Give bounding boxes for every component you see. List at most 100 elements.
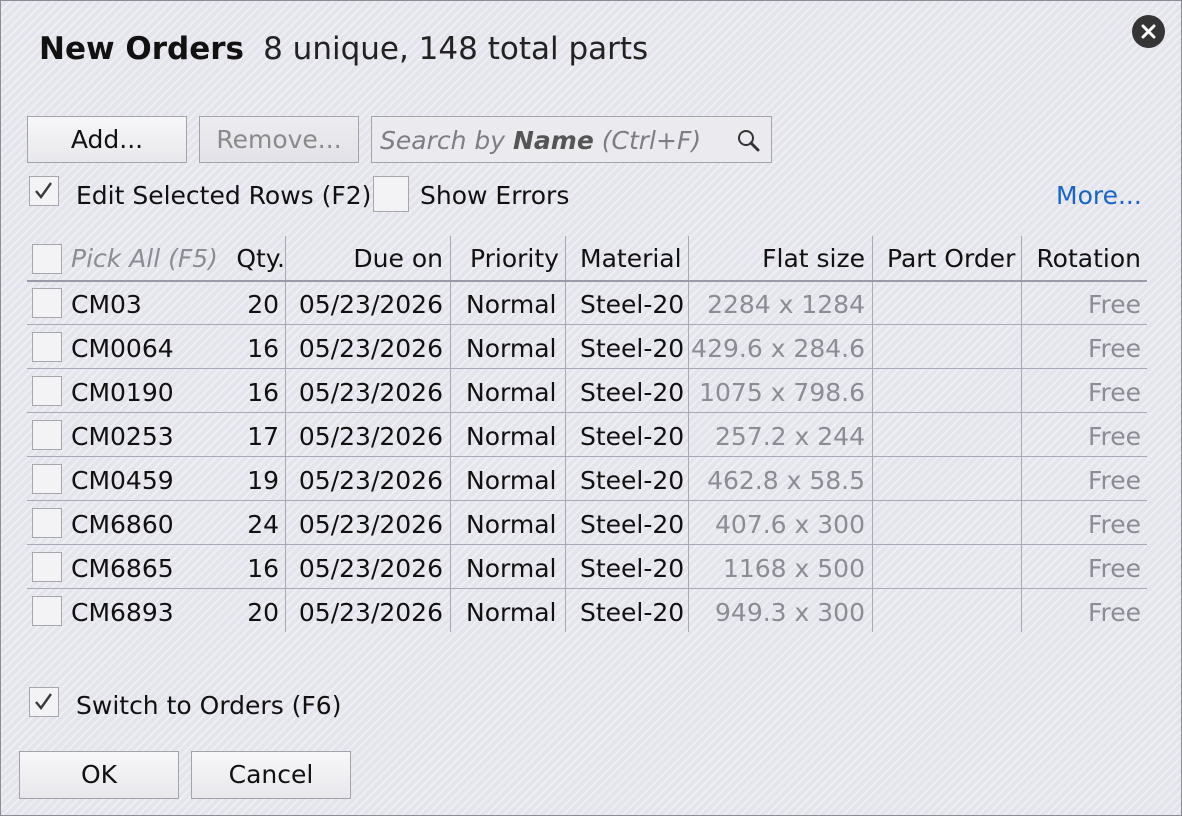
cancel-button[interactable]: Cancel (191, 751, 351, 799)
search-placeholder: Search by Name (Ctrl+F) (380, 126, 702, 155)
cell-qty[interactable]: 20 (247, 598, 279, 627)
cell-rotation[interactable]: Free (1088, 466, 1141, 495)
cell-material[interactable]: Steel-20 (580, 290, 684, 319)
dialog-subtitle: 8 unique, 148 total parts (263, 31, 649, 67)
cell-priority[interactable]: Normal (466, 554, 556, 583)
close-icon (1141, 24, 1156, 39)
cell-name: CM6893 (71, 598, 174, 627)
cell-flat-size: 1168 x 500 (722, 554, 865, 583)
row-checkbox[interactable] (32, 596, 62, 626)
switch-to-orders-checkbox[interactable] (29, 687, 59, 717)
cell-due-on[interactable]: 05/23/2026 (299, 554, 443, 583)
header-qty[interactable]: Qty. (236, 244, 285, 273)
cell-material[interactable]: Steel-20 (580, 598, 684, 627)
cell-priority[interactable]: Normal (466, 598, 556, 627)
cell-flat-size: 257.2 x 244 (715, 422, 865, 451)
header-flat-size[interactable]: Flat size (762, 244, 865, 273)
cell-due-on[interactable]: 05/23/2026 (299, 510, 443, 539)
cell-priority[interactable]: Normal (466, 334, 556, 363)
more-link[interactable]: More... (1056, 181, 1142, 210)
cell-qty[interactable]: 20 (247, 290, 279, 319)
cell-name: CM0190 (71, 378, 174, 407)
cell-priority[interactable]: Normal (466, 510, 556, 539)
cell-due-on[interactable]: 05/23/2026 (299, 334, 443, 363)
cell-rotation[interactable]: Free (1088, 422, 1141, 451)
cell-priority[interactable]: Normal (466, 290, 556, 319)
cell-rotation[interactable]: Free (1088, 334, 1141, 363)
header-material[interactable]: Material (580, 244, 682, 273)
remove-button[interactable]: Remove... (199, 116, 359, 163)
dialog-title-row: New Orders 8 unique, 148 total parts (39, 31, 648, 67)
row-checkbox[interactable] (32, 288, 62, 318)
ok-button[interactable]: OK (19, 751, 179, 799)
row-checkbox[interactable] (32, 464, 62, 494)
close-button[interactable] (1132, 15, 1165, 48)
table-row[interactable]: CM6893 20 05/23/2026 Normal Steel-20 949… (27, 588, 1147, 632)
cell-material[interactable]: Steel-20 (580, 378, 684, 407)
orders-table: Pick All (F5) Qty. Due on Priority Mater… (27, 236, 1147, 632)
header-due-on[interactable]: Due on (353, 244, 443, 273)
row-checkbox[interactable] (32, 332, 62, 362)
cell-material[interactable]: Steel-20 (580, 554, 684, 583)
cell-priority[interactable]: Normal (466, 466, 556, 495)
cell-flat-size: 407.6 x 300 (715, 510, 865, 539)
cell-flat-size: 429.6 x 284.6 (691, 334, 865, 363)
table-row[interactable]: CM03 20 05/23/2026 Normal Steel-20 2284 … (27, 280, 1147, 324)
cell-rotation[interactable]: Free (1088, 510, 1141, 539)
cell-name: CM0253 (71, 422, 174, 451)
row-checkbox[interactable] (32, 552, 62, 582)
cell-due-on[interactable]: 05/23/2026 (299, 290, 443, 319)
cell-rotation[interactable]: Free (1088, 378, 1141, 407)
table-header-row: Pick All (F5) Qty. Due on Priority Mater… (27, 236, 1147, 280)
edit-selected-checkbox[interactable] (29, 176, 59, 206)
table-row[interactable]: CM6865 16 05/23/2026 Normal Steel-20 116… (27, 544, 1147, 588)
header-pick-all[interactable]: Pick All (F5) (71, 244, 218, 273)
table-row[interactable]: CM0190 16 05/23/2026 Normal Steel-20 107… (27, 368, 1147, 412)
cell-material[interactable]: Steel-20 (580, 334, 684, 363)
table-row[interactable]: CM0253 17 05/23/2026 Normal Steel-20 257… (27, 412, 1147, 456)
table-row[interactable]: CM6860 24 05/23/2026 Normal Steel-20 407… (27, 500, 1147, 544)
cell-rotation[interactable]: Free (1088, 598, 1141, 627)
cell-qty[interactable]: 16 (247, 378, 279, 407)
cell-flat-size: 2284 x 1284 (707, 290, 865, 319)
table-row[interactable]: CM0064 16 05/23/2026 Normal Steel-20 429… (27, 324, 1147, 368)
row-checkbox[interactable] (32, 508, 62, 538)
cell-due-on[interactable]: 05/23/2026 (299, 598, 443, 627)
row-checkbox[interactable] (32, 420, 62, 450)
dialog-title: New Orders (39, 31, 244, 67)
new-orders-dialog: New Orders 8 unique, 148 total parts Add… (0, 0, 1182, 816)
search-input[interactable]: Search by Name (Ctrl+F) (371, 116, 772, 163)
cell-rotation[interactable]: Free (1088, 554, 1141, 583)
cell-qty[interactable]: 24 (247, 510, 279, 539)
header-rotation[interactable]: Rotation (1036, 244, 1141, 273)
search-icon[interactable] (736, 128, 762, 154)
add-button[interactable]: Add... (27, 116, 187, 163)
cell-material[interactable]: Steel-20 (580, 422, 684, 451)
cell-name: CM0459 (71, 466, 174, 495)
show-errors-checkbox[interactable] (373, 176, 409, 212)
cell-due-on[interactable]: 05/23/2026 (299, 422, 443, 451)
cell-due-on[interactable]: 05/23/2026 (299, 466, 443, 495)
cell-qty[interactable]: 19 (247, 466, 279, 495)
checkmark-icon (35, 693, 52, 710)
cell-due-on[interactable]: 05/23/2026 (299, 378, 443, 407)
cell-flat-size: 1075 x 798.6 (699, 378, 865, 407)
cell-flat-size: 949.3 x 300 (715, 598, 865, 627)
header-priority[interactable]: Priority (470, 244, 559, 273)
row-checkbox[interactable] (32, 376, 62, 406)
checkmark-icon (35, 182, 52, 199)
cell-flat-size: 462.8 x 58.5 (707, 466, 865, 495)
cell-rotation[interactable]: Free (1088, 290, 1141, 319)
table-row[interactable]: CM0459 19 05/23/2026 Normal Steel-20 462… (27, 456, 1147, 500)
cell-material[interactable]: Steel-20 (580, 510, 684, 539)
pick-all-checkbox[interactable] (32, 244, 62, 274)
header-part-order[interactable]: Part Order (887, 244, 1015, 273)
show-errors-label: Show Errors (420, 181, 570, 210)
cell-material[interactable]: Steel-20 (580, 466, 684, 495)
cell-qty[interactable]: 16 (247, 334, 279, 363)
cell-qty[interactable]: 17 (247, 422, 279, 451)
cell-priority[interactable]: Normal (466, 422, 556, 451)
cell-name: CM0064 (71, 334, 174, 363)
cell-priority[interactable]: Normal (466, 378, 556, 407)
cell-qty[interactable]: 16 (247, 554, 279, 583)
